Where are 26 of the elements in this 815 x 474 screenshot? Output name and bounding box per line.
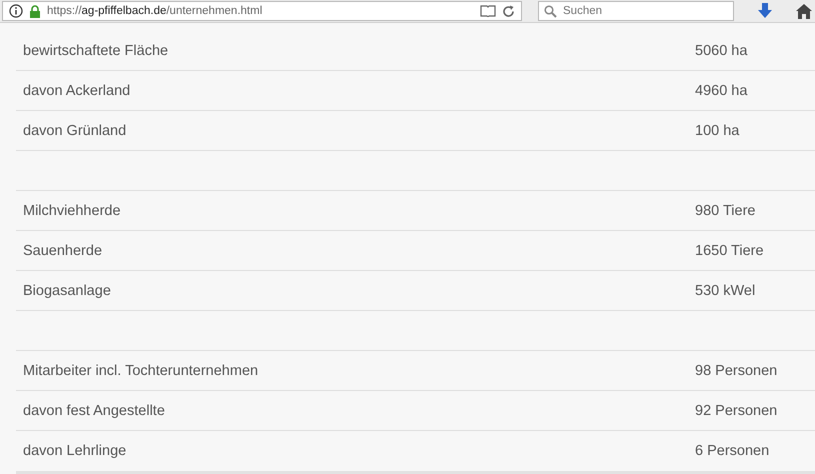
- row-value: 4960 ha: [695, 82, 748, 98]
- row-value: 98 Personen: [695, 362, 778, 378]
- row-value: 6 Personen: [695, 443, 770, 459]
- row-label: davon fest Angestellte: [23, 402, 166, 418]
- row-label: Mitarbeiter incl. Tochterunternehmen: [23, 362, 260, 378]
- row-value: 1650 Tiere: [695, 242, 764, 258]
- reload-icon[interactable]: [502, 4, 515, 18]
- row-value: 92 Personen: [695, 402, 778, 418]
- row-label: Sauenherde: [23, 242, 104, 258]
- home-icon[interactable]: [796, 4, 812, 18]
- row-label: Biogasanlage: [23, 282, 112, 298]
- row-value: 530 kWel: [695, 282, 756, 298]
- search-field[interactable]: Suchen: [538, 1, 734, 21]
- download-icon[interactable]: [758, 3, 772, 19]
- row-value: 5060 ha: [695, 42, 748, 58]
- book-icon[interactable]: [480, 5, 496, 17]
- info-icon[interactable]: [9, 4, 23, 18]
- search-icon: [544, 5, 557, 18]
- row-label: davon Ackerland: [23, 82, 132, 98]
- lock-icon[interactable]: [29, 4, 41, 18]
- row-label: Milchviehherde: [23, 202, 122, 218]
- row-value: 100 ha: [695, 122, 740, 138]
- row-label: davon Grünland: [23, 122, 128, 138]
- row-value: 980 Tiere: [695, 202, 756, 218]
- row-label: bewirtschaftete Fläche: [23, 42, 170, 58]
- row-label: davon Lehrlinge: [23, 443, 128, 459]
